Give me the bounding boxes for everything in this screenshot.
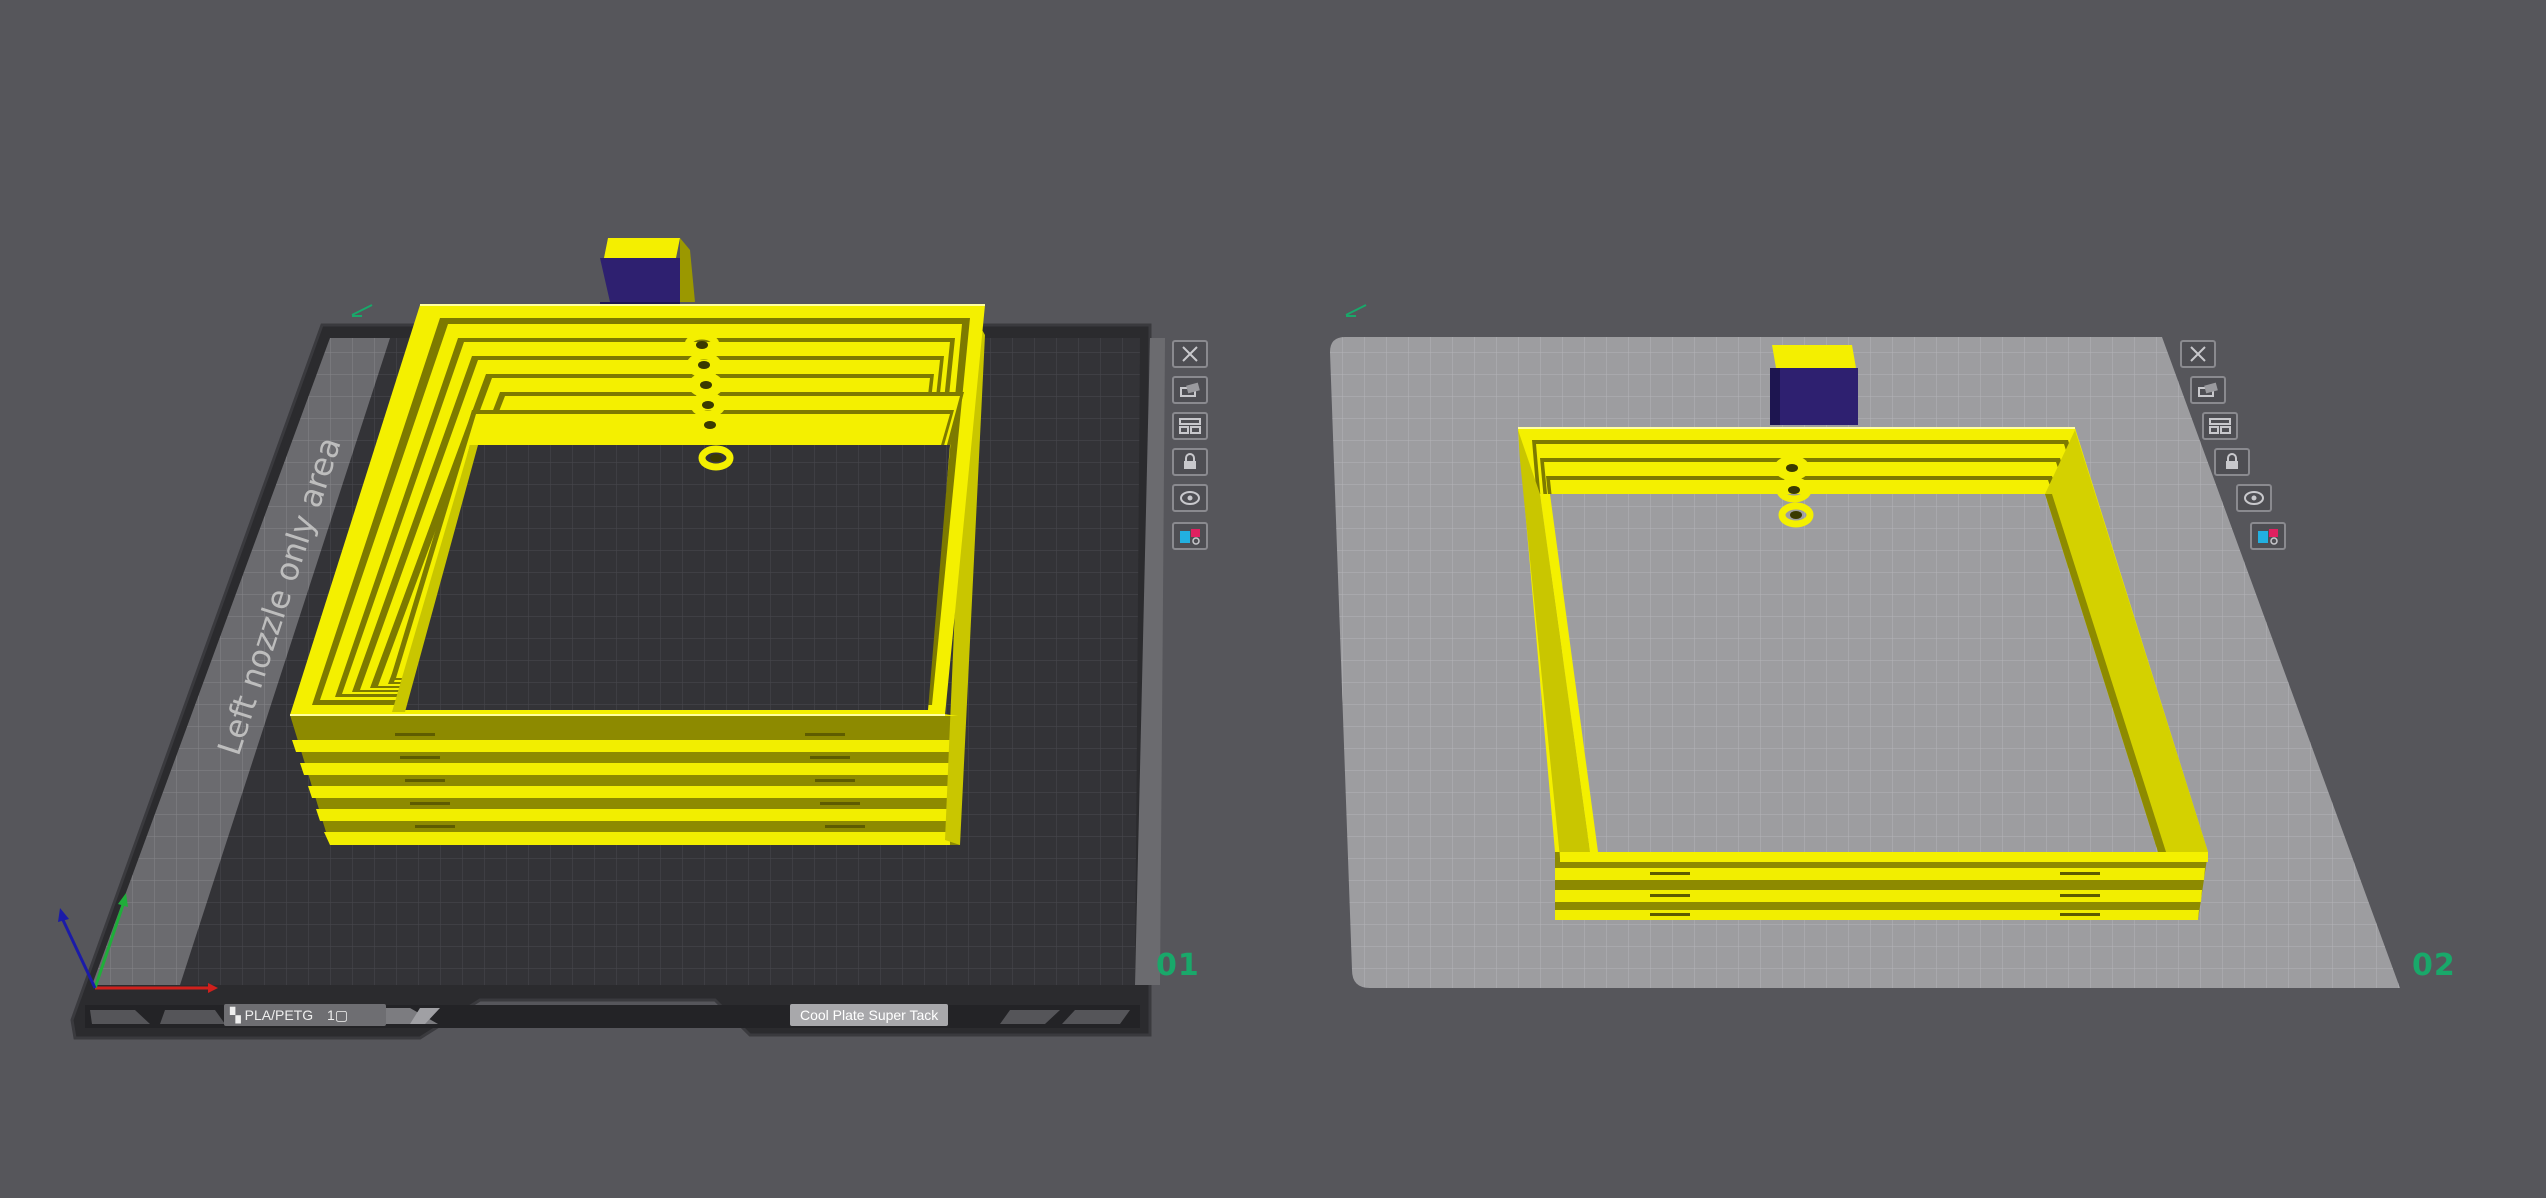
plate-01[interactable] [58, 238, 1165, 1040]
arrange-button[interactable] [2202, 412, 2238, 440]
edit-plate-name-icon[interactable] [350, 302, 376, 318]
settings-icon [2244, 491, 2264, 505]
lock-icon [1184, 453, 1196, 469]
plate-settings-button[interactable] [1172, 484, 1208, 512]
wipe-tower[interactable] [600, 238, 695, 305]
arrange-icon [2209, 418, 2231, 434]
settings-icon [1180, 491, 1200, 505]
wipe-tower[interactable] [1770, 345, 1858, 425]
edit-plate-name-icon[interactable] [1344, 302, 1370, 318]
plate-type-label: Cool Plate Super Tack [790, 1004, 949, 1026]
filament-icon: ▚ [230, 1007, 245, 1023]
filament-count: 1 [327, 1007, 335, 1023]
plate-02[interactable] [1330, 337, 2400, 988]
plate-settings-button[interactable] [2236, 484, 2272, 512]
arrange-button[interactable] [1172, 412, 1208, 440]
lock-plate-button[interactable] [2214, 448, 2250, 476]
plate-color-icon [1180, 529, 1200, 545]
auto-orient-button[interactable] [2190, 376, 2226, 404]
close-plate-button[interactable] [2180, 340, 2216, 368]
lock-icon [2226, 453, 2238, 469]
close-plate-button[interactable] [1172, 340, 1208, 368]
auto-orient-button[interactable] [1172, 376, 1208, 404]
close-icon [1182, 346, 1198, 362]
extruder-icon: ▢ [334, 1007, 349, 1023]
close-icon [2190, 346, 2206, 362]
filament-type-label: ▚ PLA/PETG 1▢ [224, 1004, 386, 1026]
plate-color-icon [2258, 529, 2278, 545]
auto-orient-icon [1180, 382, 1200, 397]
arrange-icon [1179, 418, 1201, 434]
lock-plate-button[interactable] [1172, 448, 1208, 476]
auto-orient-icon [2198, 382, 2218, 397]
plate-color-button[interactable] [1172, 522, 1208, 550]
plate-color-button[interactable] [2250, 522, 2286, 550]
plate-number-02[interactable]: 02 [2412, 948, 2456, 983]
plate-number-01[interactable]: 01 [1156, 948, 1200, 983]
